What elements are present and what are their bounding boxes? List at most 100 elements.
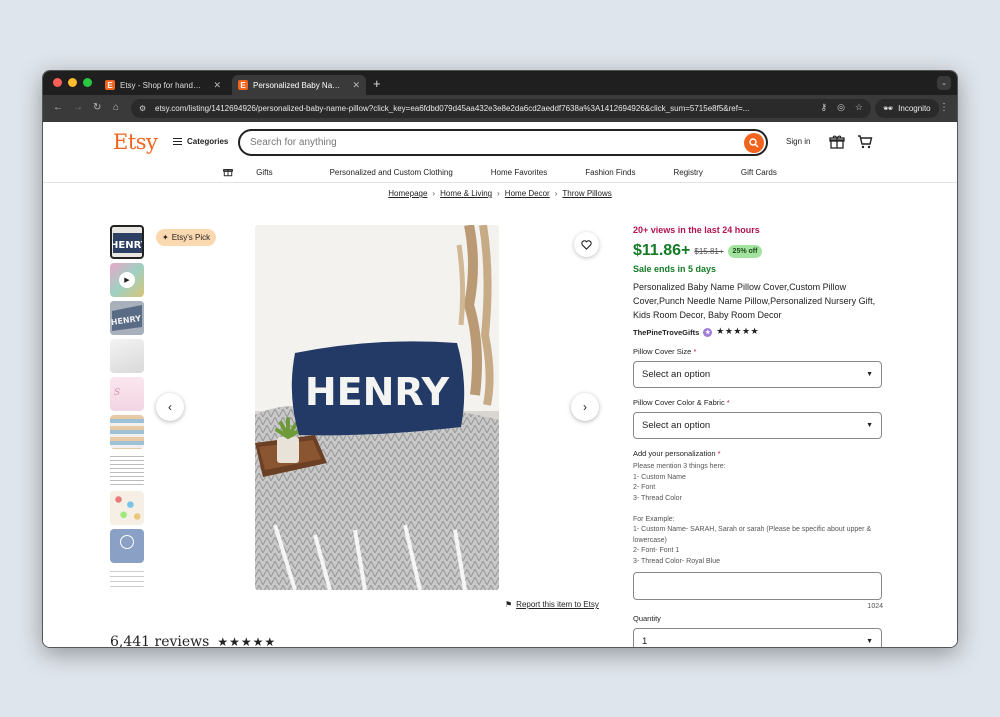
subnav-item-registry[interactable]: Registry — [674, 168, 703, 177]
header-divider — [43, 182, 957, 183]
search-button[interactable] — [744, 133, 764, 153]
eye-off-icon[interactable]: ◎ — [837, 102, 845, 113]
minimize-window-button[interactable] — [68, 78, 77, 87]
breadcrumb-homepage[interactable]: Homepage — [388, 189, 427, 198]
gift-icon — [223, 169, 233, 177]
close-window-button[interactable] — [53, 78, 62, 87]
carousel-next-button[interactable]: › — [571, 393, 599, 421]
main-product-image[interactable]: HENRY — [255, 225, 499, 590]
subnav-label: Gifts — [256, 167, 273, 177]
size-field-label: Pillow Cover Size * — [633, 347, 883, 356]
forward-icon[interactable]: → — [73, 102, 83, 113]
search-icon — [749, 138, 759, 148]
gift-icon[interactable] — [829, 134, 845, 150]
maximize-window-button[interactable] — [83, 78, 92, 87]
subnav-item-gifts[interactable]: Gifts — [223, 167, 291, 177]
browser-tab-listing[interactable]: E Personalized Baby Name Pillo ✕ — [232, 75, 366, 95]
reviews-summary: 6,441 reviews ★★★★★ — [110, 634, 276, 647]
pillow-photo: HENRY — [255, 225, 499, 590]
color-select[interactable]: Select an option ▼ — [633, 412, 882, 439]
personalization-field-label: Add your personalization * — [633, 449, 883, 458]
thumbnail-10[interactable] — [110, 567, 144, 589]
thumbnail-strip: HENRY ▶ HENRY S — [110, 225, 146, 593]
sale-price: $11.86+ — [633, 242, 691, 259]
color-select-value: Select an option — [642, 420, 711, 431]
site-info-icon[interactable]: ⚙ — [139, 104, 149, 114]
chevron-right-icon: › — [554, 189, 558, 198]
quantity-select[interactable]: 1 ▼ — [633, 628, 882, 647]
subnav-item-personalized[interactable]: Personalized and Custom Clothing — [330, 168, 453, 177]
incognito-indicator[interactable]: 🕶 Incognito — [875, 99, 939, 118]
shop-info[interactable]: ThePineTroveGifts ★ ★★★★★ — [633, 327, 883, 337]
report-item-link[interactable]: ⚑ Report this item to Etsy — [505, 600, 599, 609]
personalization-label-text: Add your personalization — [633, 449, 716, 458]
browser-window: E Etsy - Shop for handmade, vi ✕ E Perso… — [42, 70, 958, 648]
incognito-icon: 🕶 — [883, 104, 894, 113]
thumbnail-6[interactable] — [110, 415, 144, 449]
address-bar-actions: ⚷ ◎ ☆ — [820, 102, 863, 113]
tab-bar: E Etsy - Shop for handmade, vi ✕ E Perso… — [43, 71, 957, 95]
sparkle-icon: ✦ — [162, 233, 169, 242]
subnav-item-gift-cards[interactable]: Gift Cards — [741, 168, 777, 177]
etsys-pick-badge: ✦ Etsy's Pick — [156, 229, 217, 246]
thumbnail-9[interactable] — [110, 529, 144, 563]
thumbnail-7[interactable] — [110, 453, 144, 487]
back-icon[interactable]: ← — [53, 102, 63, 113]
size-select-value: Select an option — [642, 369, 711, 380]
thumbnail-4[interactable] — [110, 339, 144, 373]
dropdown-arrow-icon: ▼ — [866, 422, 873, 429]
shop-name[interactable]: ThePineTroveGifts — [633, 328, 699, 337]
search-bar — [238, 129, 768, 156]
key-icon[interactable]: ⚷ — [820, 102, 827, 113]
breadcrumb-home-decor[interactable]: Home Decor — [505, 189, 550, 198]
tab-search-icon[interactable]: ⌄ — [937, 76, 951, 90]
size-select[interactable]: Select an option ▼ — [633, 361, 882, 388]
new-tab-icon[interactable]: + — [373, 76, 381, 91]
size-label-text: Pillow Cover Size — [633, 347, 692, 356]
cart-icon[interactable] — [857, 134, 873, 150]
play-icon: ▶ — [119, 272, 135, 288]
reload-icon[interactable]: ↻ — [93, 102, 101, 113]
browser-tab-etsy-home[interactable]: E Etsy - Shop for handmade, vi ✕ — [99, 75, 227, 95]
home-icon[interactable]: ⌂ — [113, 102, 119, 113]
url-text: etsy.com/listing/1412694926/personalized… — [155, 104, 750, 113]
category-subnav: Gifts Personalized and Custom Clothing H… — [43, 163, 957, 181]
breadcrumb: Homepage › Home & Living › Home Decor › Throw … — [43, 189, 957, 198]
logo-circle-icon — [120, 535, 134, 549]
required-asterisk: * — [693, 347, 697, 356]
product-title: Personalized Baby Name Pillow Cover,Cust… — [633, 282, 876, 320]
subnav-item-fashion-finds[interactable]: Fashion Finds — [585, 168, 635, 177]
reviews-count: 6,441 reviews — [110, 634, 210, 647]
close-tab-icon[interactable]: ✕ — [352, 80, 360, 91]
thumbnail-3[interactable]: HENRY — [110, 301, 144, 335]
pillow-thumb-image: HENRY — [112, 227, 144, 257]
categories-button[interactable]: Categories — [173, 137, 228, 146]
etsy-favicon-icon: E — [238, 80, 248, 90]
search-input[interactable] — [250, 137, 730, 148]
thumbnail-5[interactable]: S — [110, 377, 144, 411]
carousel-prev-button[interactable]: ‹ — [156, 393, 184, 421]
favorite-button[interactable] — [574, 232, 599, 257]
pillow-angle-image: HENRY — [110, 301, 144, 335]
breadcrumb-throw-pillows[interactable]: Throw Pillows — [562, 189, 611, 198]
address-bar[interactable]: ⚙ etsy.com/listing/1412694926/personaliz… — [131, 99, 871, 118]
tab-title: Etsy - Shop for handmade, vi — [120, 80, 207, 90]
etsy-logo[interactable]: Etsy — [113, 130, 158, 154]
discount-badge: 25% off — [727, 244, 763, 258]
thumbnail-video[interactable]: ▶ — [110, 263, 144, 297]
close-tab-icon[interactable]: ✕ — [213, 80, 221, 91]
thumbnail-8[interactable] — [110, 491, 144, 525]
tab-title: Personalized Baby Name Pillo — [253, 80, 346, 90]
dropdown-arrow-icon: ▼ — [866, 371, 873, 378]
views-notice: 20+ views in the last 24 hours — [633, 225, 760, 235]
breadcrumb-home-living[interactable]: Home & Living — [440, 189, 492, 198]
browser-menu-icon[interactable]: ⋮ — [939, 102, 949, 113]
personalization-textarea[interactable] — [633, 572, 882, 600]
window-controls — [53, 78, 92, 87]
required-asterisk: * — [726, 398, 730, 407]
subnav-item-home-favorites[interactable]: Home Favorites — [491, 168, 547, 177]
sign-in-link[interactable]: Sign in — [786, 137, 810, 146]
bookmark-star-icon[interactable]: ☆ — [855, 102, 863, 113]
thumb-henry-text: HENRY — [112, 240, 144, 251]
thumbnail-1[interactable]: HENRY — [110, 225, 144, 259]
